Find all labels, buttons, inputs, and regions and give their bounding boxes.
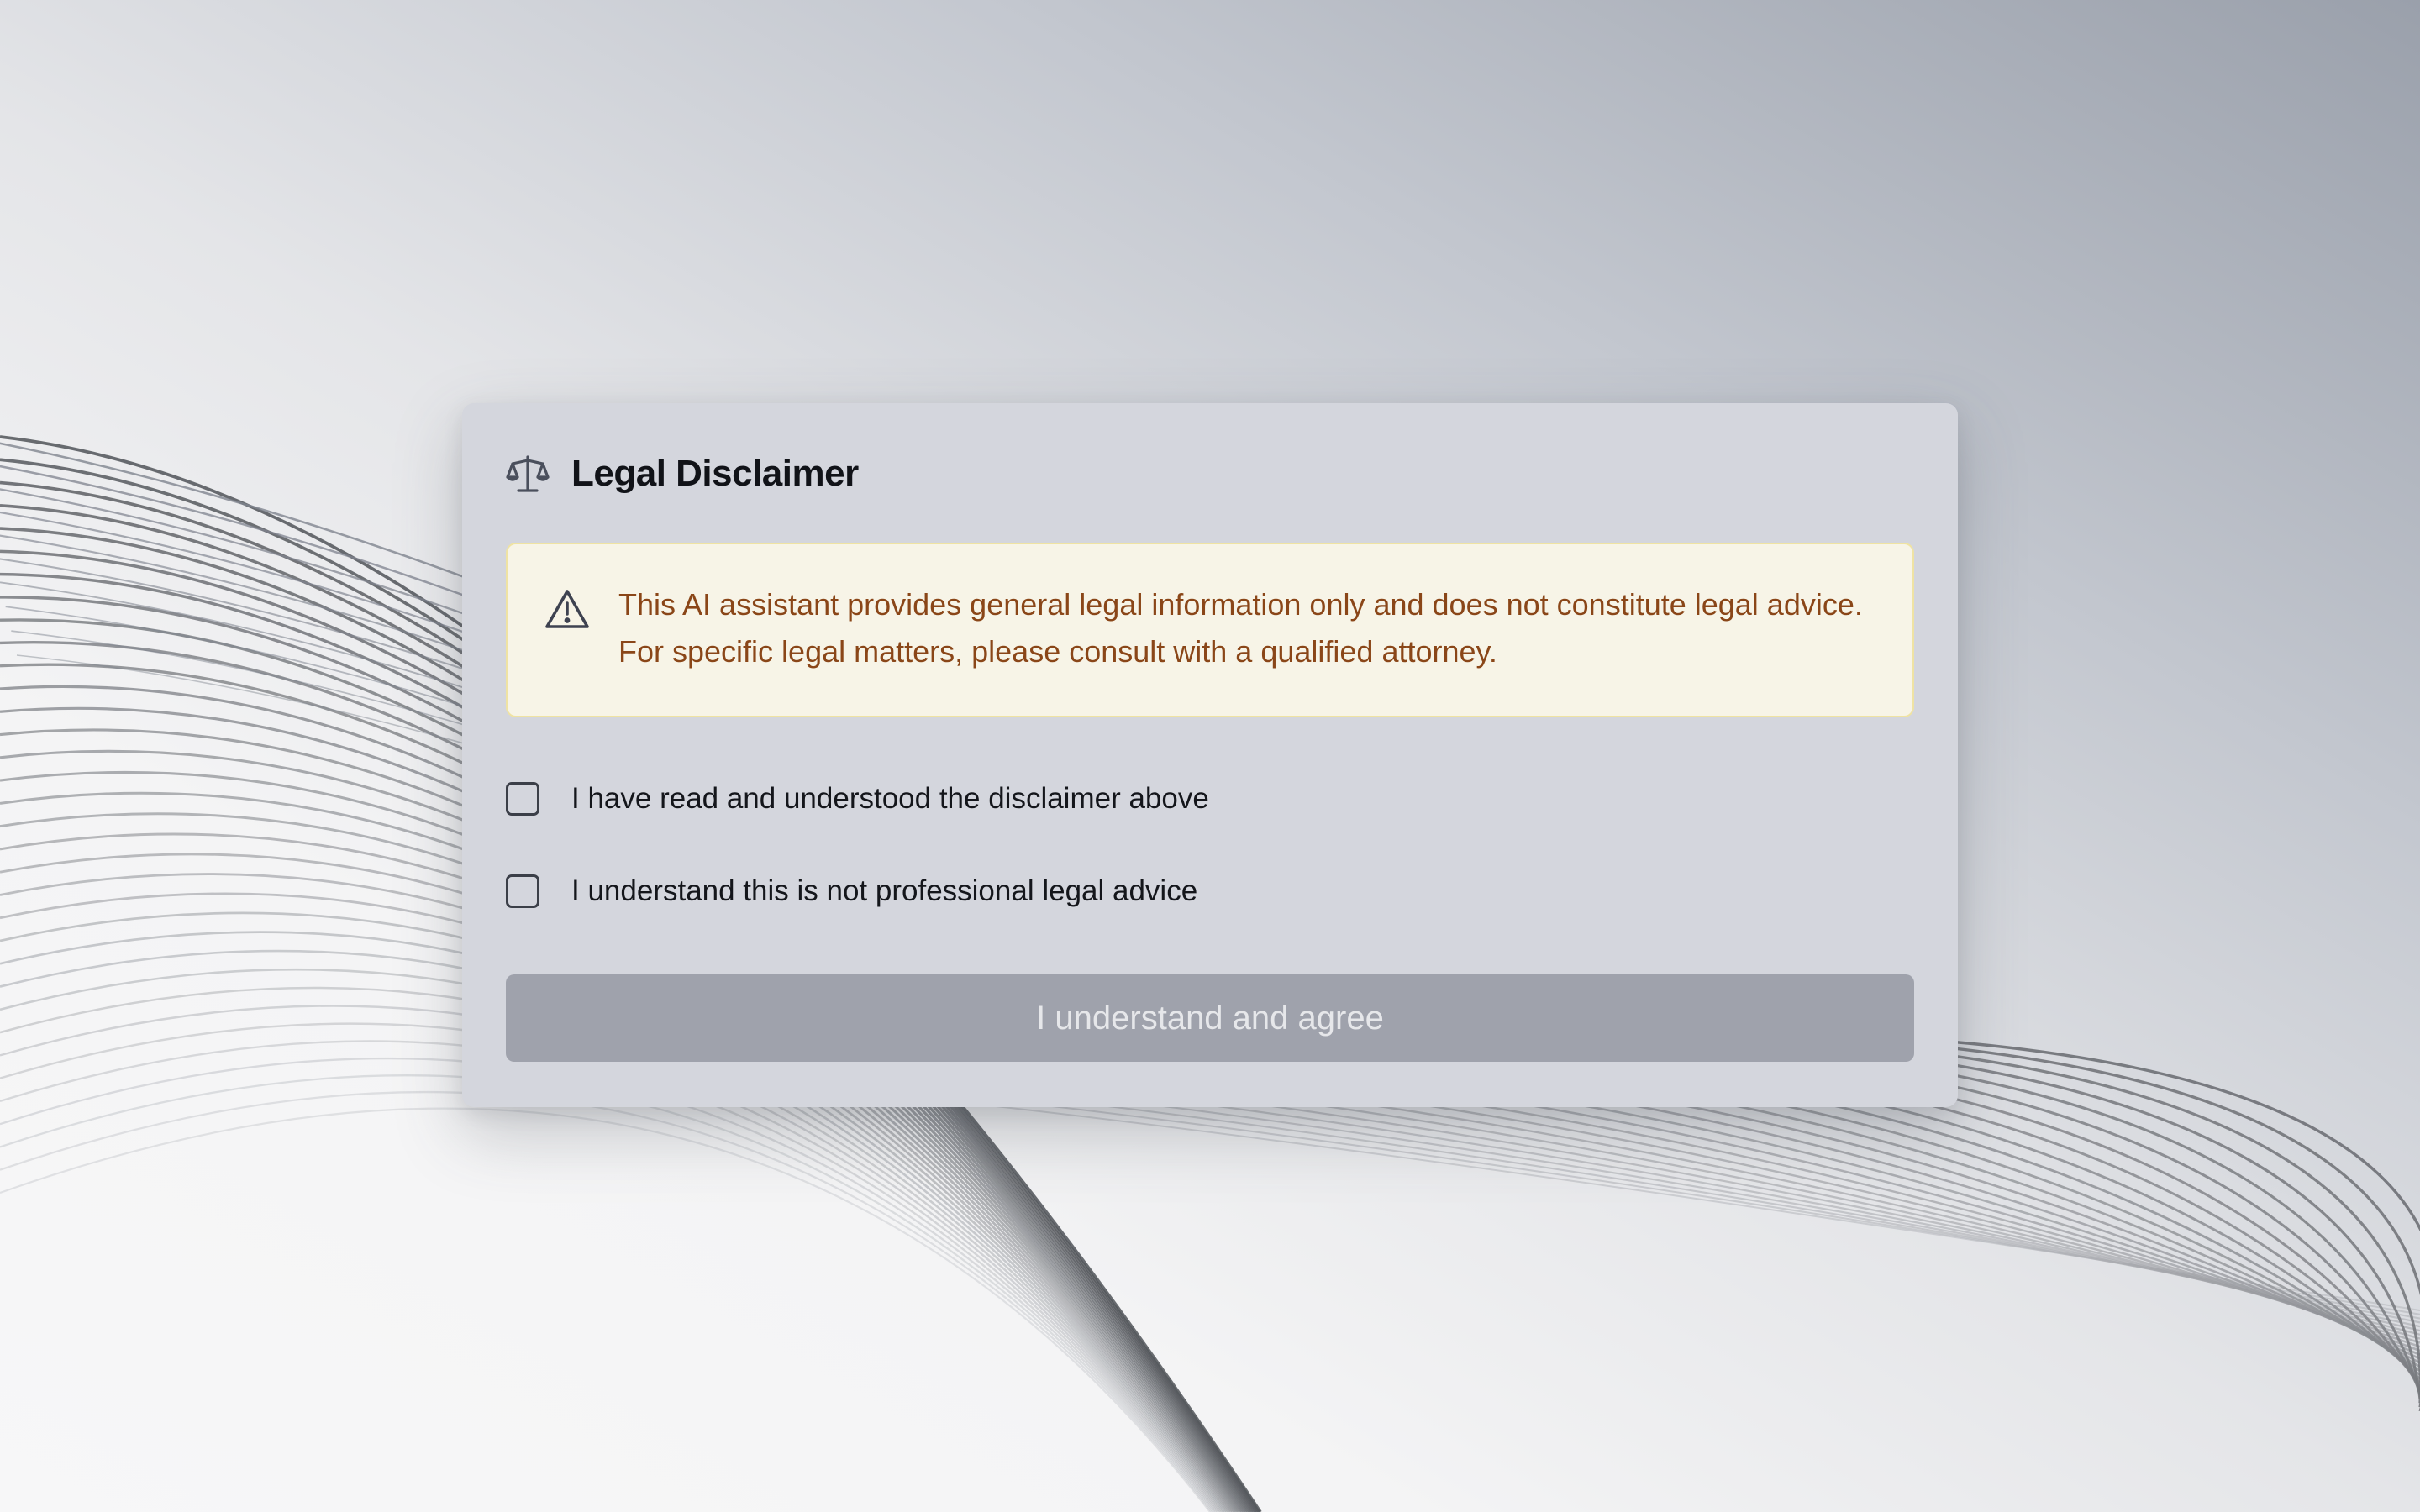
checkbox-label: I have read and understood the disclaime… xyxy=(571,782,1209,815)
checkbox-row-not-legal-advice[interactable]: I understand this is not professional le… xyxy=(506,874,1197,908)
read-understood-checkbox[interactable] xyxy=(506,782,539,816)
legal-disclaimer-modal: Legal Disclaimer This AI assistant provi… xyxy=(462,403,1958,1107)
modal-header: Legal Disclaimer xyxy=(506,452,859,496)
not-legal-advice-checkbox[interactable] xyxy=(506,874,539,908)
modal-title: Legal Disclaimer xyxy=(571,453,859,494)
warning-triangle-icon xyxy=(544,588,590,630)
checkbox-row-read-understood[interactable]: I have read and understood the disclaime… xyxy=(506,782,1209,816)
checkbox-label: I understand this is not professional le… xyxy=(571,874,1198,907)
agree-button[interactable]: I understand and agree xyxy=(506,974,1914,1062)
scale-icon xyxy=(506,452,550,496)
warning-text: This AI assistant provides general legal… xyxy=(618,587,1863,669)
warning-notice: This AI assistant provides general legal… xyxy=(506,543,1914,717)
